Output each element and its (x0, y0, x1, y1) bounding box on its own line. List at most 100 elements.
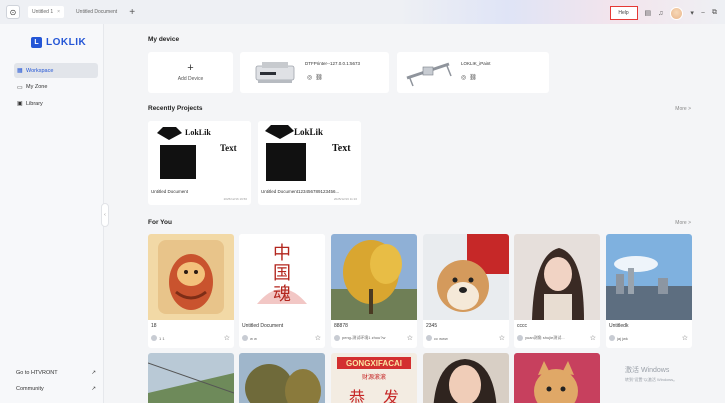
project-text-label: Text (220, 143, 237, 153)
card-image (606, 234, 692, 320)
author-name: jaj jwk (617, 335, 628, 341)
add-device-card[interactable]: + Add Device (148, 52, 233, 93)
for-you-card-image[interactable] (423, 353, 509, 403)
windows-activation-watermark: 激活 Windows 转到"设置"以激活 Windows。 (625, 365, 677, 383)
device-status-icons: ◎⛓ (307, 74, 326, 81)
project-card[interactable]: LokLik Text Untitled Document12345678912… (258, 121, 361, 205)
grid-icon: ▦ (17, 68, 23, 74)
project-text-label: Text (332, 143, 351, 154)
device-card-iPaint[interactable]: LOKLIK_iPaint ◎⛓ (397, 52, 549, 93)
project-date: 2025/12/16 11:16 (333, 197, 357, 201)
for-you-card-image[interactable] (148, 353, 234, 403)
poster-char: 国 (273, 263, 291, 284)
for-you-card-image[interactable] (239, 353, 325, 403)
card-author: yuan测角 shujie测试... (517, 335, 565, 341)
avatar[interactable] (670, 6, 684, 20)
sidebar-item-label: Workspace (26, 67, 54, 74)
star-icon[interactable]: ☆ (499, 334, 505, 342)
tab-label: Untitled 1 (32, 9, 54, 15)
link-label: Community (16, 386, 44, 392)
card-image (423, 234, 509, 320)
star-icon[interactable]: ☆ (407, 334, 413, 342)
project-name: Untitled Document (151, 189, 189, 194)
document-icon[interactable]: ▤ (645, 9, 652, 17)
banner-text: GONGXIFACAI (346, 359, 402, 368)
for-you-card[interactable]: cccc yuan测角 shujie测试... ☆ (514, 234, 600, 348)
sidebar: L LOKLIK ▦ Workspace ▭ My Zone ▣ Library… (0, 24, 104, 403)
plus-icon: + (187, 62, 194, 74)
sidebar-item-library[interactable]: ▣ Library (14, 96, 98, 111)
close-icon[interactable]: × (57, 9, 60, 15)
restore-icon[interactable]: ⧉ (712, 9, 717, 17)
for-you-card-image[interactable]: GONGXIFACAI 财源滚滚 恭 发 (331, 353, 417, 403)
add-tab-button[interactable]: + (129, 7, 135, 18)
add-device-label: Add Device (177, 76, 204, 82)
recent-more-link[interactable]: More > (675, 106, 691, 112)
card-image: 中 国 魂 (239, 234, 325, 320)
star-icon[interactable]: ☆ (590, 334, 596, 342)
for-you-card[interactable]: 88878 peng-测试环境1 zhou?w ☆ (331, 234, 417, 348)
tab-untitled-1[interactable]: Untitled 1 × (28, 6, 65, 18)
star-icon[interactable]: ☆ (315, 334, 321, 342)
plotter-icon (406, 62, 452, 87)
logo: L LOKLIK (31, 37, 86, 48)
sidebar-item-label: My Zone (26, 84, 48, 90)
title-bar: ⊙ Untitled 1 × Untitled Document + Help … (0, 0, 725, 24)
author-avatar (517, 335, 523, 341)
for-you-card-image[interactable] (514, 353, 600, 403)
external-link-icon: ↗ (91, 386, 96, 392)
card-author: w w (242, 335, 257, 341)
device-name: LOKLIK_iPaint (461, 61, 491, 66)
card-author: peng-测试环境1 zhou?w (334, 335, 385, 341)
for-you-card[interactable]: 2345 cc www ☆ (423, 234, 509, 348)
project-thumbnail: LokLik Text (258, 121, 361, 185)
watermark-line1: 激活 Windows (625, 367, 670, 374)
logo-icon: L (31, 37, 42, 48)
card-image (331, 234, 417, 320)
tab-untitled-document[interactable]: Untitled Document (72, 6, 121, 18)
device-status-icons: ◎⛓ (461, 74, 480, 81)
unlink-icon: ⛓ (315, 75, 326, 81)
project-date: 2025/12/16 19:56 (223, 197, 247, 201)
project-card[interactable]: LokLik Text Untitled Document 2025/12/16… (148, 121, 251, 205)
chevron-down-icon[interactable]: ▾ (690, 9, 694, 17)
for-you-title: For You (148, 219, 172, 226)
help-button[interactable]: Help (609, 6, 638, 20)
minimize-icon[interactable]: − (701, 10, 705, 17)
author-avatar (334, 335, 340, 341)
folder-icon: ▭ (17, 84, 23, 91)
main-content: My device + Add Device DTFPrinter--127.0… (104, 24, 725, 403)
go-to-htvront-link[interactable]: Go to HTVRONT ↗ (16, 365, 96, 381)
project-brand-text: LokLik (294, 127, 323, 137)
star-icon[interactable]: ☆ (224, 334, 230, 342)
author-avatar (151, 335, 157, 341)
watermark-line2: 转到"设置"以激活 Windows。 (625, 377, 678, 382)
sidebar-item-my-zone[interactable]: ▭ My Zone (14, 80, 98, 95)
poster-char: 魂 (273, 284, 291, 305)
for-you-card[interactable]: 18 1 1 ☆ (148, 234, 234, 348)
card-title: cccc (517, 323, 527, 329)
device-name: DTFPrinter--127.0.0.1:5673 (305, 61, 361, 66)
for-you-card[interactable]: Untitledk jaj jwk ☆ (606, 234, 692, 348)
card-author: 1 1 (151, 335, 165, 341)
home-icon[interactable]: ⊙ (6, 5, 20, 19)
card-image (148, 234, 234, 320)
bell-icon[interactable]: ♫ (658, 10, 663, 17)
library-icon: ▣ (17, 101, 23, 107)
star-icon[interactable]: ☆ (682, 334, 688, 342)
sidebar-item-workspace[interactable]: ▦ Workspace (14, 63, 98, 78)
banner-char: 发 (383, 388, 399, 403)
recently-projects-title: Recently Projects (148, 105, 203, 112)
author-name: peng-测试环境1 zhou?w (342, 335, 386, 340)
my-device-title: My device (148, 36, 180, 43)
project-thumbnail: LokLik Text (148, 121, 251, 185)
for-you-card[interactable]: 中 国 魂 Untitled Document w w ☆ (239, 234, 325, 348)
community-link[interactable]: Community ↗ (16, 381, 96, 397)
card-image (514, 234, 600, 320)
wifi-icon: ◎ (307, 75, 316, 81)
sidebar-nav: ▦ Workspace ▭ My Zone ▣ Library (14, 63, 98, 113)
author-name: 1 1 (159, 335, 165, 341)
for-you-more-link[interactable]: More > (675, 220, 691, 226)
device-card-dtf-printer[interactable]: DTFPrinter--127.0.0.1:5673 ◎⛓ (240, 52, 389, 93)
project-brand-text: LokLik (185, 128, 211, 137)
